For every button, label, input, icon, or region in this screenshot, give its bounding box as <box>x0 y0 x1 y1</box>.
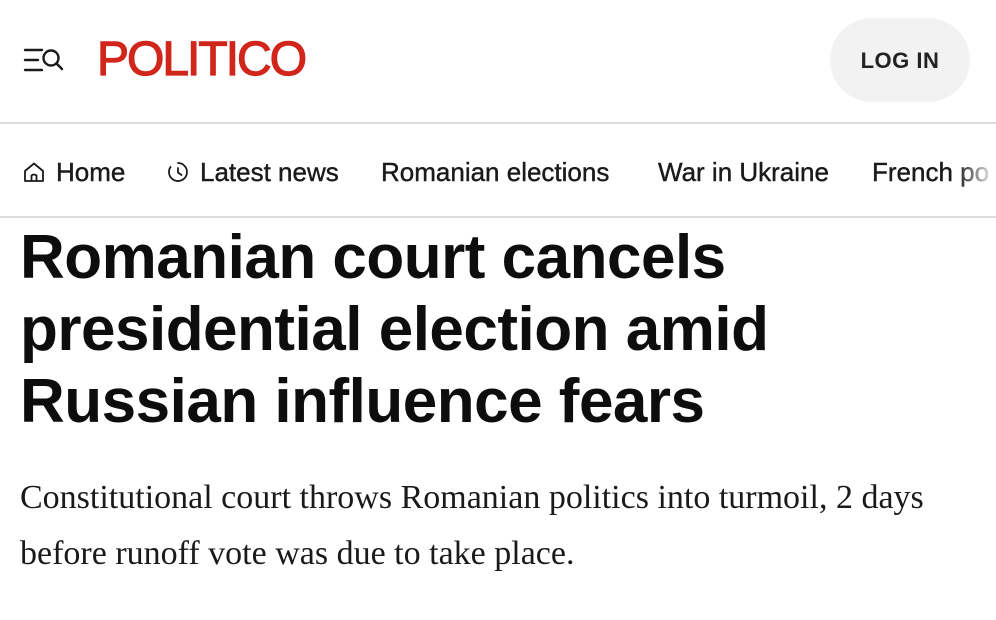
nav-item-label: Romanian elections <box>381 156 610 187</box>
home-icon <box>22 160 46 184</box>
nav-item-french-politics[interactable]: French po <box>872 126 990 216</box>
nav-item-label: Latest news <box>200 156 339 187</box>
nav-item-label: Home <box>56 156 126 187</box>
nav-item-latest-news[interactable]: Latest news <box>166 126 339 216</box>
site-header: POLITICO LOG IN <box>0 0 996 124</box>
section-nav: Home Latest news Romanian elections War … <box>0 126 996 218</box>
menu-search-icon[interactable] <box>22 44 66 76</box>
login-button[interactable]: LOG IN <box>830 18 970 102</box>
nav-item-war-in-ukraine[interactable]: War in Ukraine <box>658 126 829 216</box>
nav-item-romanian-elections[interactable]: Romanian elections <box>381 126 610 216</box>
politico-logo[interactable]: POLITICO <box>96 32 307 88</box>
nav-item-home[interactable]: Home <box>22 126 126 216</box>
article-headline: Romanian court cancels presidential elec… <box>20 223 769 436</box>
nav-item-label: War in Ukraine <box>658 156 829 187</box>
clock-icon <box>166 160 190 184</box>
nav-item-label: French po <box>872 156 990 187</box>
article-subheadline: Constitutional court throws Romanian pol… <box>20 479 924 572</box>
